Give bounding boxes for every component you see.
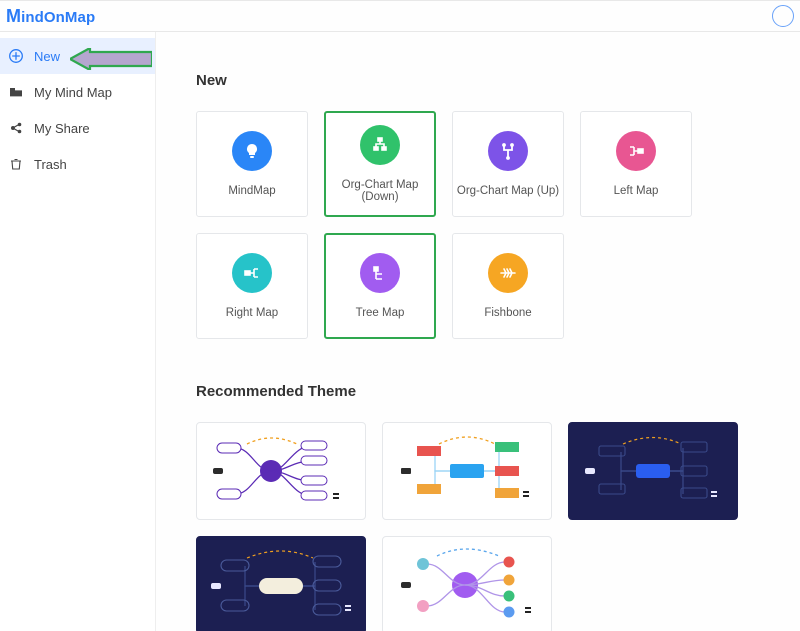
sidebar-item-label: My Mind Map [34, 85, 112, 100]
fork-icon [488, 131, 528, 171]
template-label: Right Map [226, 307, 278, 319]
topbar: MMindOnMapindOnMap [0, 0, 800, 32]
left-icon [616, 131, 656, 171]
logo: MMindOnMapindOnMap [6, 6, 95, 27]
bulb-icon [232, 131, 272, 171]
theme-preview-icon [573, 426, 733, 516]
template-treemap[interactable]: Tree Map [324, 233, 436, 339]
theme-preview-icon [387, 426, 547, 516]
template-leftmap[interactable]: Left Map [580, 111, 692, 217]
template-label: Org-Chart Map (Down) [326, 179, 434, 203]
user-avatar-icon[interactable] [772, 5, 794, 27]
template-grid: MindMap Org-Chart Map (Down) Org-Chart M… [196, 111, 770, 339]
template-label: Tree Map [356, 307, 405, 319]
sidebar-item-myshare[interactable]: My Share [0, 110, 155, 146]
sidebar-item-label: My Share [34, 121, 90, 136]
sidebar-item-mymindmap[interactable]: My Mind Map [0, 74, 155, 110]
template-label: Org-Chart Map (Up) [457, 185, 559, 197]
template-label: Left Map [614, 185, 659, 197]
tree-icon [360, 253, 400, 293]
right-icon [232, 253, 272, 293]
main: New MindMap Org-Chart Map (Down) Org-Cha… [156, 32, 800, 631]
sidebar-item-trash[interactable]: Trash [0, 146, 155, 182]
template-label: MindMap [228, 185, 275, 197]
hier-icon [360, 125, 400, 165]
theme-preview-icon [201, 426, 361, 516]
trash-icon [8, 156, 24, 172]
template-mindmap[interactable]: MindMap [196, 111, 308, 217]
theme-card-dark-capsule[interactable] [196, 536, 366, 631]
theme-preview-icon [201, 540, 361, 630]
share-icon [8, 120, 24, 136]
sidebar-item-label: Trash [34, 157, 67, 172]
folder-icon [8, 84, 24, 100]
theme-preview-icon [387, 540, 547, 630]
sidebar-item-label: New [34, 49, 60, 64]
template-rightmap[interactable]: Right Map [196, 233, 308, 339]
section-heading-new: New [196, 72, 770, 89]
template-orgchart-down[interactable]: Org-Chart Map (Down) [324, 111, 436, 217]
template-orgchart-up[interactable]: Org-Chart Map (Up) [452, 111, 564, 217]
template-fishbone[interactable]: Fishbone [452, 233, 564, 339]
plus-circle-icon [8, 48, 24, 64]
theme-card-purple-radial[interactable] [196, 422, 366, 520]
theme-card-color-blocks[interactable] [382, 422, 552, 520]
sidebar: New My Mind Map My Share Trash [0, 32, 156, 631]
theme-card-violet-radial[interactable] [382, 536, 552, 631]
section-heading-recommended: Recommended Theme [196, 383, 770, 400]
fish-icon [488, 253, 528, 293]
sidebar-item-new[interactable]: New [0, 38, 155, 74]
theme-grid [196, 422, 770, 631]
theme-card-dark-navy[interactable] [568, 422, 738, 520]
template-label: Fishbone [484, 307, 531, 319]
